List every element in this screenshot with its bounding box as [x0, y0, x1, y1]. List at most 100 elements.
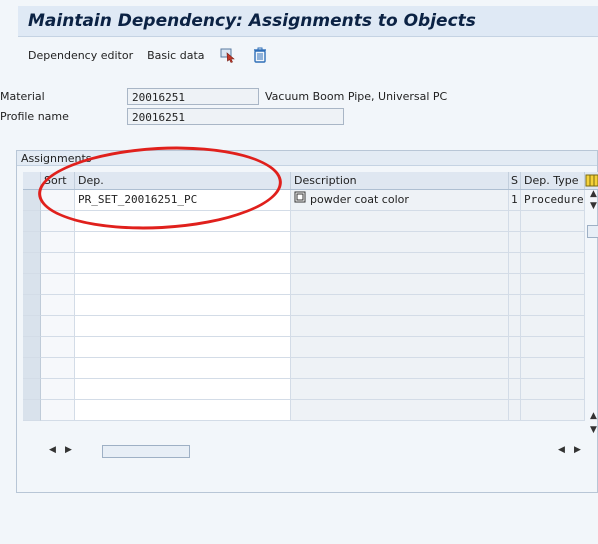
horizontal-scrollbar[interactable]: ◀ ▶ ◀ ▶ — [43, 444, 593, 458]
profile-name-field[interactable]: 20016251 — [127, 107, 344, 125]
cell-s[interactable] — [509, 232, 521, 253]
cell-dep-type[interactable]: Procedure — [521, 190, 585, 211]
text-document-icon[interactable] — [294, 190, 306, 210]
scroll-down-icon[interactable]: ▼ — [590, 201, 597, 211]
cell-sort[interactable] — [41, 358, 75, 379]
cell-dep-type[interactable] — [521, 295, 585, 316]
select-icon[interactable] — [219, 46, 237, 64]
table-row[interactable] — [23, 358, 598, 379]
cell-s[interactable] — [509, 211, 521, 232]
cell-description[interactable] — [291, 379, 509, 400]
table-row[interactable] — [23, 400, 598, 421]
scroll-down-bottom-icon[interactable]: ▼ — [590, 425, 597, 435]
cell-sort[interactable] — [41, 295, 75, 316]
scroll-right-icon[interactable]: ▶ — [65, 445, 72, 455]
cell-s[interactable] — [509, 316, 521, 337]
cell-s[interactable] — [509, 400, 521, 421]
cell-description[interactable] — [291, 232, 509, 253]
cell-dep[interactable] — [75, 274, 291, 295]
cell-sort[interactable] — [41, 274, 75, 295]
table-row[interactable] — [23, 211, 598, 232]
cell-s[interactable] — [509, 274, 521, 295]
cell-sort[interactable] — [41, 211, 75, 232]
cell-sort[interactable] — [41, 190, 75, 211]
cell-s[interactable]: 1 — [509, 190, 521, 211]
cell-description[interactable] — [291, 295, 509, 316]
table-row[interactable] — [23, 316, 598, 337]
cell-sort[interactable] — [41, 253, 75, 274]
cell-description[interactable] — [291, 253, 509, 274]
row-selector[interactable] — [23, 379, 41, 400]
select-all-header[interactable] — [23, 172, 41, 189]
col-s[interactable]: S — [509, 172, 521, 189]
row-selector[interactable] — [23, 358, 41, 379]
cell-s[interactable] — [509, 337, 521, 358]
row-selector[interactable] — [23, 337, 41, 358]
table-row[interactable] — [23, 253, 598, 274]
table-row[interactable] — [23, 232, 598, 253]
table-row[interactable]: PR_SET_20016251_PC powder coat color 1 Proc… — [23, 190, 598, 211]
vertical-scrollbar[interactable]: ▲ ▼ ▲ ▼ — [587, 189, 598, 439]
cell-sort[interactable] — [41, 316, 75, 337]
cell-description[interactable] — [291, 274, 509, 295]
col-description[interactable]: Description — [291, 172, 509, 189]
cell-dep[interactable] — [75, 232, 291, 253]
cell-dep[interactable] — [75, 337, 291, 358]
basic-data-button[interactable]: Basic data — [147, 49, 204, 62]
scroll-left-2-icon[interactable]: ◀ — [558, 445, 565, 455]
cell-dep[interactable] — [75, 295, 291, 316]
cell-description[interactable] — [291, 337, 509, 358]
scroll-right-2-icon[interactable]: ▶ — [574, 445, 581, 455]
row-selector[interactable] — [23, 253, 41, 274]
vertical-thumb[interactable] — [587, 225, 598, 238]
cell-description[interactable] — [291, 358, 509, 379]
row-selector[interactable] — [23, 400, 41, 421]
cell-sort[interactable] — [41, 379, 75, 400]
row-selector[interactable] — [23, 274, 41, 295]
cell-dep-type[interactable] — [521, 337, 585, 358]
col-dep[interactable]: Dep. — [75, 172, 291, 189]
cell-description[interactable] — [291, 211, 509, 232]
cell-sort[interactable] — [41, 232, 75, 253]
table-row[interactable] — [23, 337, 598, 358]
cell-sort[interactable] — [41, 400, 75, 421]
cell-description[interactable]: powder coat color — [291, 190, 509, 211]
cell-sort[interactable] — [41, 337, 75, 358]
table-row[interactable] — [23, 274, 598, 295]
table-row[interactable] — [23, 295, 598, 316]
cell-dep-type[interactable] — [521, 400, 585, 421]
scroll-up-icon[interactable]: ▲ — [590, 189, 597, 199]
cell-s[interactable] — [509, 253, 521, 274]
cell-description[interactable] — [291, 316, 509, 337]
cell-dep[interactable] — [75, 253, 291, 274]
cell-s[interactable] — [509, 379, 521, 400]
material-field[interactable]: 20016251 — [127, 87, 259, 105]
delete-icon[interactable] — [251, 46, 269, 64]
table-row[interactable] — [23, 379, 598, 400]
cell-dep[interactable] — [75, 358, 291, 379]
cell-dep-type[interactable] — [521, 232, 585, 253]
row-selector[interactable] — [23, 232, 41, 253]
scroll-left-icon[interactable]: ◀ — [49, 445, 56, 455]
dependency-editor-button[interactable]: Dependency editor — [28, 49, 133, 62]
cell-dep[interactable] — [75, 379, 291, 400]
cell-dep[interactable] — [75, 316, 291, 337]
row-selector[interactable] — [23, 190, 41, 211]
col-sort[interactable]: Sort — [41, 172, 75, 189]
row-selector[interactable] — [23, 211, 41, 232]
horizontal-thumb[interactable] — [102, 445, 190, 458]
cell-dep-type[interactable] — [521, 358, 585, 379]
cell-s[interactable] — [509, 295, 521, 316]
row-selector[interactable] — [23, 316, 41, 337]
row-selector[interactable] — [23, 295, 41, 316]
col-dep-type[interactable]: Dep. Type — [521, 172, 585, 189]
cell-dep-type[interactable] — [521, 253, 585, 274]
scroll-up-bottom-icon[interactable]: ▲ — [590, 411, 597, 421]
cell-dep-type[interactable] — [521, 316, 585, 337]
cell-dep[interactable] — [75, 211, 291, 232]
cell-dep[interactable]: PR_SET_20016251_PC — [75, 190, 291, 211]
cell-dep[interactable] — [75, 400, 291, 421]
cell-dep-type[interactable] — [521, 379, 585, 400]
cell-description[interactable] — [291, 400, 509, 421]
cell-dep-type[interactable] — [521, 274, 585, 295]
